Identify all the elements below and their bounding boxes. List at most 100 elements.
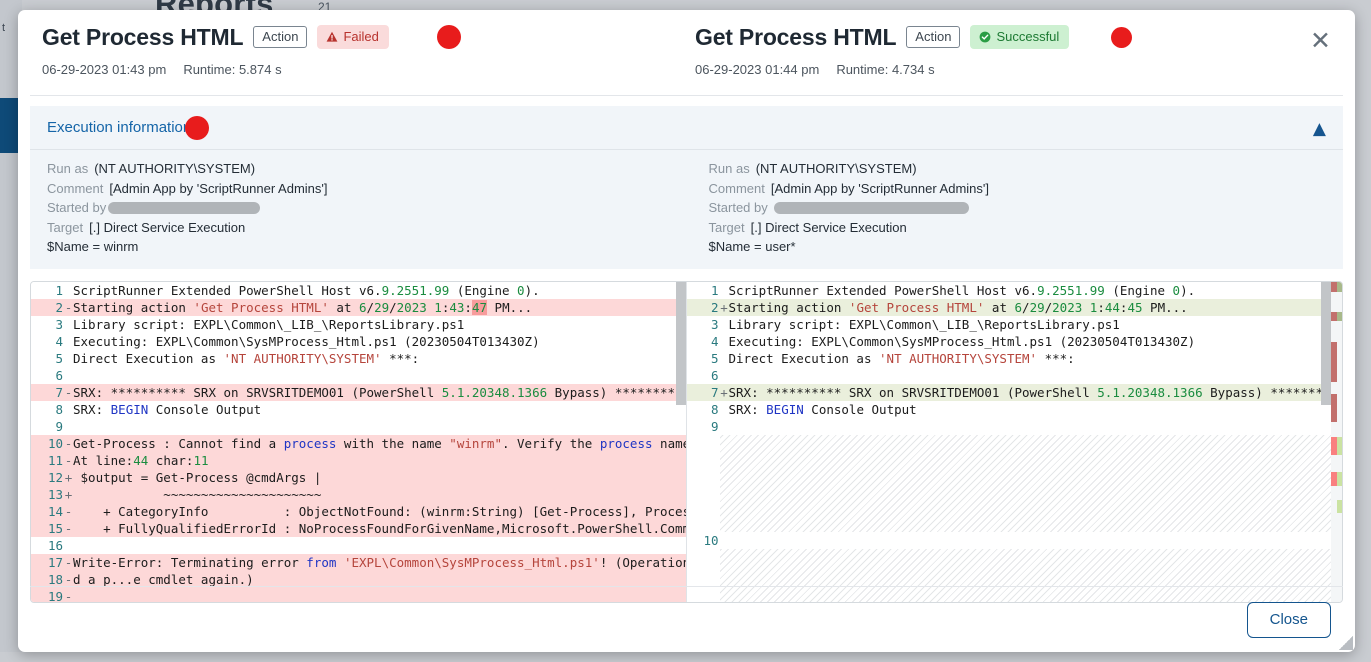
code-text: Starting action 'Get Process HTML' at 6/… — [728, 299, 1188, 315]
line-number: 10 — [703, 532, 719, 548]
diff-line: 11- At line:44 char:11 — [31, 451, 686, 469]
diff-line: 6 — [687, 367, 1343, 384]
line-number: 7 — [55, 384, 63, 400]
diff-sign — [720, 367, 729, 384]
line-number: 6 — [55, 367, 63, 383]
diff-line: 18- d a p...e cmdlet again.) — [31, 570, 686, 588]
diff-line: 14- + CategoryInfo : ObjectNotFound: (wi… — [31, 502, 686, 520]
code-text: + FullyQualifiedErrorId : NoProcessFound… — [73, 520, 687, 536]
diff-sign — [64, 333, 73, 350]
run-type-chip-right: Action — [906, 26, 961, 48]
diff-sign — [64, 537, 73, 554]
line-number: 15 — [47, 520, 63, 536]
diff-line: 4 Executing: EXPL\Common\SysMProcess_Html… — [31, 333, 686, 350]
comment-label-left: Comment — [47, 180, 104, 196]
comment-value-right: [Admin App by 'ScriptRunner Admins'] — [770, 180, 989, 196]
code-text: Direct Execution as 'NT AUTHORITY\SYSTEM… — [73, 350, 420, 366]
run-title-left: Get Process HTML — [42, 23, 244, 50]
diff-line: 10- Get-Process : Cannot find a process w… — [31, 434, 686, 452]
minimap-marker — [1331, 341, 1337, 382]
started-by-label-left: Started by — [47, 200, 107, 215]
run-as-value-left: (NT AUTHORITY\SYSTEM) — [94, 161, 256, 176]
parameter-value-right: $Name = user* — [708, 239, 796, 254]
diff-sign: - — [64, 554, 73, 570]
code-text: d a p...e cmdlet again.) — [73, 571, 254, 587]
execution-information-header[interactable]: Execution information ▲ — [30, 106, 1343, 150]
target-row-left: Target [.] Direct Service Execution — [47, 218, 687, 238]
line-number: 7 — [710, 384, 719, 400]
code-text: SRX: ********** SRX on SRVSRITDEMO01 (Po… — [73, 384, 687, 400]
run-type-chip-left: Action — [253, 26, 308, 48]
diff-line: 9 — [687, 418, 1343, 435]
line-number: 6 — [710, 367, 719, 383]
background-right-column — [1357, 0, 1371, 662]
modal-footer: Close — [30, 586, 1343, 652]
code-text: Starting action 'Get Process HTML' at 6/… — [73, 299, 533, 315]
parameter-row-right: $Name = user* — [709, 237, 1344, 257]
code-text: Get-Process : Cannot find a process with… — [73, 435, 686, 451]
diff-line: 1 ScriptRunner Extended PowerShell Host v… — [687, 282, 1343, 299]
code-text: Library script: EXPL\Common\_LIB_\Report… — [73, 316, 465, 332]
code-text: Direct Execution as 'NT AUTHORITY\SYSTEM… — [728, 350, 1075, 366]
modal-header: Get Process HTML Action Failed 06-29-202… — [30, 10, 1343, 96]
status-badge-left-label: Failed — [343, 29, 379, 44]
code-text: SRX: ********** SRX on SRVSRITDEMO01 (Po… — [728, 384, 1343, 400]
diff-line: 16 — [31, 537, 686, 554]
line-number: 4 — [710, 333, 719, 349]
code-text: Library script: EXPL\Common\_LIB_\Report… — [728, 316, 1120, 332]
diff-viewer[interactable]: 1 ScriptRunner Extended PowerShell Host v… — [30, 280, 1343, 603]
target-label-right: Target — [708, 219, 745, 235]
close-button[interactable]: Close — [1246, 601, 1331, 638]
diff-line: 10 — [687, 532, 1343, 549]
run-as-row-left: Run as (NT AUTHORITY\SYSTEM) — [47, 159, 687, 179]
comment-row-right: Comment [Admin App by 'ScriptRunner Admin… — [709, 179, 1344, 199]
target-row-right: Target [.] Direct Service Execution — [709, 218, 1344, 238]
line-number: 5 — [55, 350, 63, 366]
diff-sign: + — [64, 486, 73, 502]
diff-sign — [720, 401, 729, 418]
diff-line: 5 Direct Execution as 'NT AUTHORITY\SYSTE… — [31, 350, 686, 367]
minimap-marker — [1337, 436, 1342, 455]
line-number: 14 — [47, 503, 63, 519]
execution-details-right: Run as (NT AUTHORITY\SYSTEM) Comment [Admi… — [687, 159, 1344, 257]
line-number: 12 — [47, 469, 63, 485]
status-badge-right: Successful — [970, 25, 1070, 49]
execution-information-panel: Execution information ▲ Run as (NT AUTHOR… — [30, 106, 1343, 269]
diff-scrollbar-right[interactable] — [1321, 281, 1331, 405]
diff-sign: - — [64, 384, 73, 400]
diff-pane-left[interactable]: 1 ScriptRunner Extended PowerShell Host v… — [31, 281, 687, 602]
diff-sign: - — [64, 571, 73, 587]
diff-line: 12 + $output = Get-Process @cmdArgs | — [31, 468, 686, 486]
started-by-redaction-left — [108, 202, 261, 214]
diff-pane-right[interactable]: 1 ScriptRunner Extended PowerShell Host v… — [686, 281, 1343, 602]
code-text: Write-Error: Terminating error from 'EXP… — [73, 554, 686, 570]
diff-line: 8 SRX: BEGIN Console Output — [31, 401, 686, 418]
close-icon[interactable]: ✕ — [1310, 28, 1331, 53]
resize-grip[interactable] — [1339, 636, 1353, 650]
run-runtime-left: Runtime: 5.874 s — [183, 62, 282, 77]
diff-line: 3 Library script: EXPL\Common\_LIB_\Repor… — [687, 316, 1343, 333]
diff-sign: - — [64, 452, 73, 468]
diff-line: 4 Executing: EXPL\Common\SysMProcess_Html… — [687, 333, 1343, 350]
line-number: 2 — [710, 299, 719, 315]
comment-row-left: Comment [Admin App by 'ScriptRunner Admin… — [47, 179, 687, 199]
diff-sign: + — [720, 384, 728, 400]
chevron-up-icon[interactable]: ▲ — [1313, 119, 1326, 139]
comment-value-left: [Admin App by 'ScriptRunner Admins'] — [109, 180, 328, 196]
diff-lines-left: 1 ScriptRunner Extended PowerShell Host v… — [31, 282, 686, 602]
diff-scrollbar-left[interactable] — [675, 281, 686, 405]
minimap-marker — [1337, 499, 1342, 513]
code-text: SRX: BEGIN Console Output — [728, 401, 917, 417]
diff-minimap[interactable] — [1331, 281, 1342, 602]
code-text: $output = Get-Process @cmdArgs | — [73, 469, 322, 485]
diff-sign — [720, 282, 729, 299]
diff-sign — [720, 418, 729, 435]
line-number: 4 — [55, 333, 63, 349]
line-number: 9 — [710, 418, 719, 434]
line-number: 8 — [55, 401, 63, 417]
run-as-value-right: (NT AUTHORITY\SYSTEM) — [755, 161, 917, 176]
annotation-dot-left — [436, 25, 461, 49]
line-number: 17 — [47, 554, 63, 570]
diff-line: 1 ScriptRunner Extended PowerShell Host v… — [31, 282, 686, 299]
diff-sign: - — [64, 435, 73, 451]
